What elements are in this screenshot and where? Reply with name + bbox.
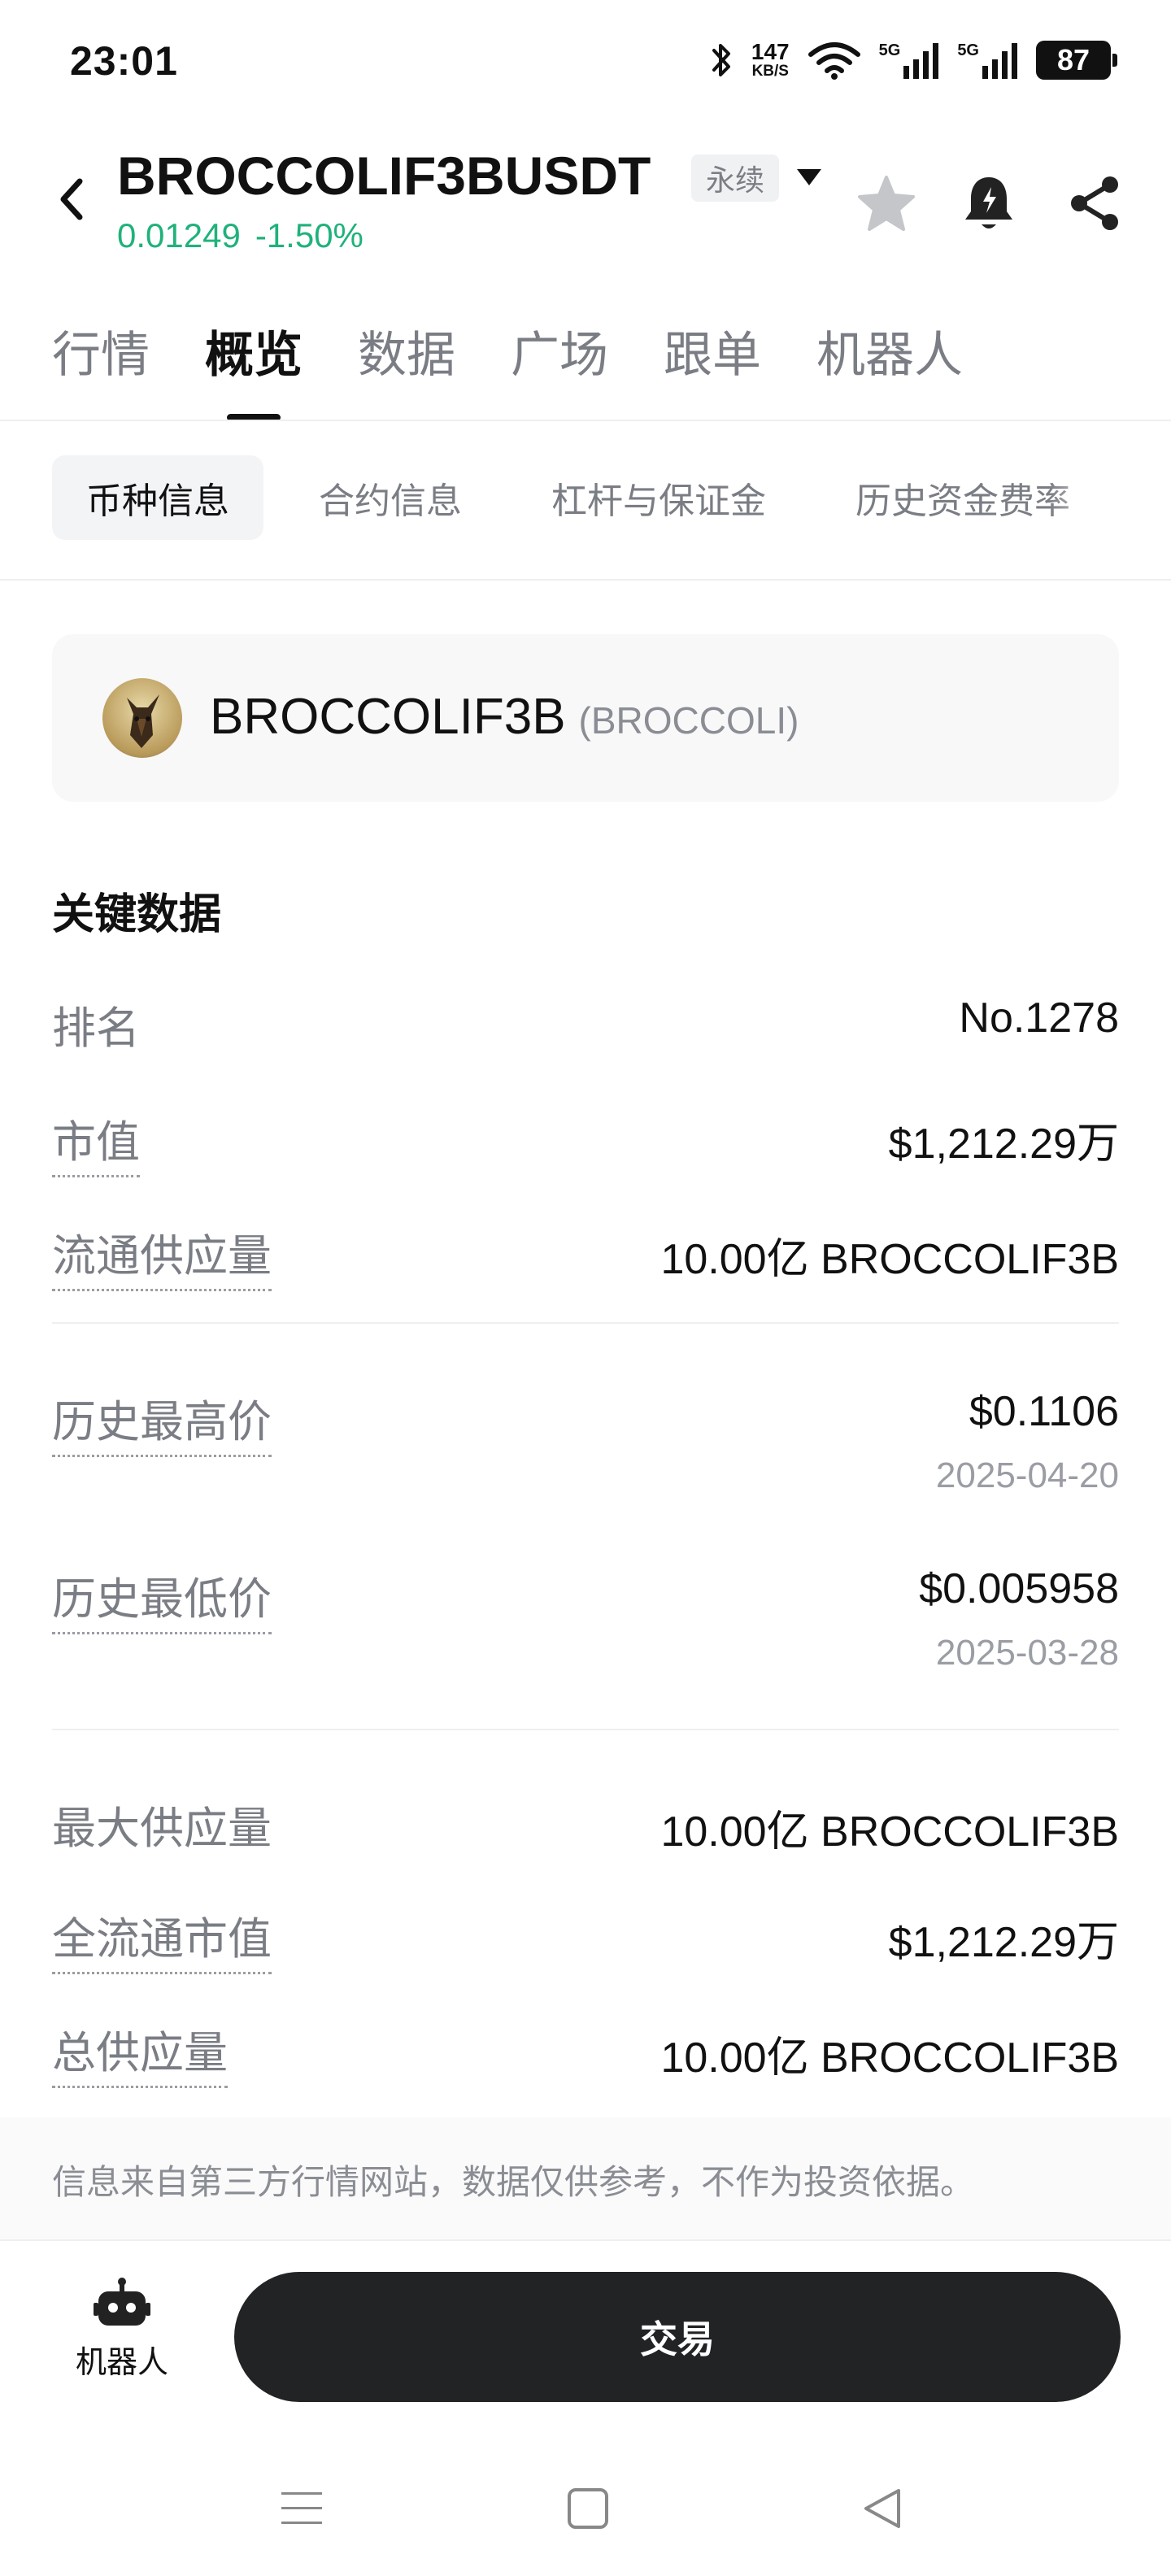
robot-label: 机器人 xyxy=(75,2344,168,2380)
network-speed: 147 KB/S xyxy=(751,39,790,80)
coin-card[interactable]: BROCCOLIF3B (BROCCOLI) xyxy=(52,634,1119,802)
status-time: 23:01 xyxy=(70,38,178,84)
circulating-supply-label[interactable]: 流通供应量 xyxy=(52,1220,272,1291)
status-icons: 147 KB/S 5G 5G 87 xyxy=(709,36,1117,85)
market-cap-label[interactable]: 市值 xyxy=(52,1106,140,1177)
price-alert-button[interactable] xyxy=(956,171,1021,236)
wifi-icon xyxy=(808,42,860,80)
signal-5g-icon: 5G xyxy=(879,41,940,79)
max-supply-label: 最大供应量 xyxy=(52,1803,272,1854)
robot-button[interactable]: 机器人 xyxy=(57,2277,187,2399)
bluetooth-icon xyxy=(712,44,730,76)
tab-square[interactable]: 广场 xyxy=(511,315,608,421)
status-bar: 23:01 147 KB/S 5G 5G 87 xyxy=(0,0,1171,122)
total-supply-label[interactable]: 总供应量 xyxy=(52,2017,228,2088)
tab-bots[interactable]: 机器人 xyxy=(816,315,963,421)
all-time-low-date: 2025-03-28 xyxy=(935,1633,1119,1673)
subtab-coin-info[interactable]: 币种信息 xyxy=(52,455,263,540)
rank-value: No.1278 xyxy=(959,994,1119,1042)
rank-label: 排名 xyxy=(52,1003,140,1054)
price-line: 0.01249 -1.50% xyxy=(117,216,363,255)
last-price: 0.01249 xyxy=(117,216,241,255)
main-tabs: 行情 概览 数据 广场 跟单 机器人 xyxy=(52,315,963,421)
total-supply-value: 10.00亿 BROCCOLIF3B xyxy=(660,2034,1119,2082)
share-button[interactable] xyxy=(1062,171,1127,236)
all-time-high-value: $0.1106 xyxy=(969,1388,1119,1435)
row-divider xyxy=(52,1729,1119,1730)
all-time-high-date: 2025-04-20 xyxy=(935,1456,1119,1495)
coin-logo xyxy=(102,678,182,758)
favorite-button[interactable] xyxy=(854,171,919,236)
key-data-title: 关键数据 xyxy=(52,890,222,939)
robot-icon xyxy=(94,2278,150,2326)
subtabs-fade xyxy=(1049,455,1122,540)
back-triangle-icon xyxy=(864,2489,900,2528)
recent-apps-button[interactable] xyxy=(273,2480,330,2537)
subtabs-divider xyxy=(0,579,1171,581)
trade-button[interactable]: 交易 xyxy=(234,2272,1121,2402)
tab-data[interactable]: 数据 xyxy=(358,315,455,421)
tab-overview[interactable]: 概览 xyxy=(205,315,303,421)
all-time-low-label[interactable]: 历史最低价 xyxy=(52,1563,272,1634)
home-square-icon xyxy=(568,2488,608,2529)
sub-tabs: 币种信息 合约信息 杠杆与保证金 历史资金费率 xyxy=(52,455,1101,540)
star-icon xyxy=(858,176,915,231)
disclaimer-text: 信息来自第三方行情网站，数据仅供参考，不作为投资依据。 xyxy=(52,2162,975,2202)
back-icon xyxy=(60,178,83,220)
tabs-divider xyxy=(0,420,1171,421)
pair-title[interactable]: BROCCOLIF3BUSDT xyxy=(117,145,651,207)
bottom-divider xyxy=(0,2239,1171,2241)
subtab-leverage-margin[interactable]: 杠杆与保证金 xyxy=(517,455,800,540)
perpetual-badge[interactable]: 永续 xyxy=(691,154,780,202)
max-supply-value: 10.00亿 BROCCOLIF3B xyxy=(660,1808,1119,1856)
fully-diluted-value-label[interactable]: 全流通市值 xyxy=(52,1903,272,1974)
row-divider xyxy=(52,1322,1119,1324)
menu-icon xyxy=(281,2492,322,2524)
home-button[interactable] xyxy=(559,2480,616,2537)
alert-bell-icon xyxy=(965,177,1012,228)
tab-market[interactable]: 行情 xyxy=(52,315,150,421)
pair-header: BROCCOLIF3BUSDT 永续 0.01249 -1.50% xyxy=(0,130,1171,268)
circulating-supply-value: 10.00亿 BROCCOLIF3B xyxy=(660,1236,1119,1283)
coin-name: BROCCOLIF3B (BROCCOLI) xyxy=(210,688,799,746)
share-icon xyxy=(1071,176,1118,230)
caret-down-icon[interactable] xyxy=(795,168,823,187)
tab-copy-trading[interactable]: 跟单 xyxy=(664,315,761,421)
coin-name-text: BROCCOLIF3B xyxy=(210,689,566,745)
price-change: -1.50% xyxy=(255,216,363,255)
all-time-high-label[interactable]: 历史最高价 xyxy=(52,1386,272,1457)
market-cap-value: $1,212.29万 xyxy=(888,1120,1119,1168)
all-time-low-value: $0.005958 xyxy=(919,1565,1119,1612)
signal-5g-icon: 5G xyxy=(957,41,1018,79)
battery-icon: 87 xyxy=(1036,41,1117,80)
back-button[interactable] xyxy=(47,171,96,228)
fully-diluted-value: $1,212.29万 xyxy=(888,1919,1119,1966)
coin-symbol: (BROCCOLI) xyxy=(578,699,799,742)
back-nav-button[interactable] xyxy=(854,2480,911,2537)
subtab-contract-info[interactable]: 合约信息 xyxy=(285,455,496,540)
